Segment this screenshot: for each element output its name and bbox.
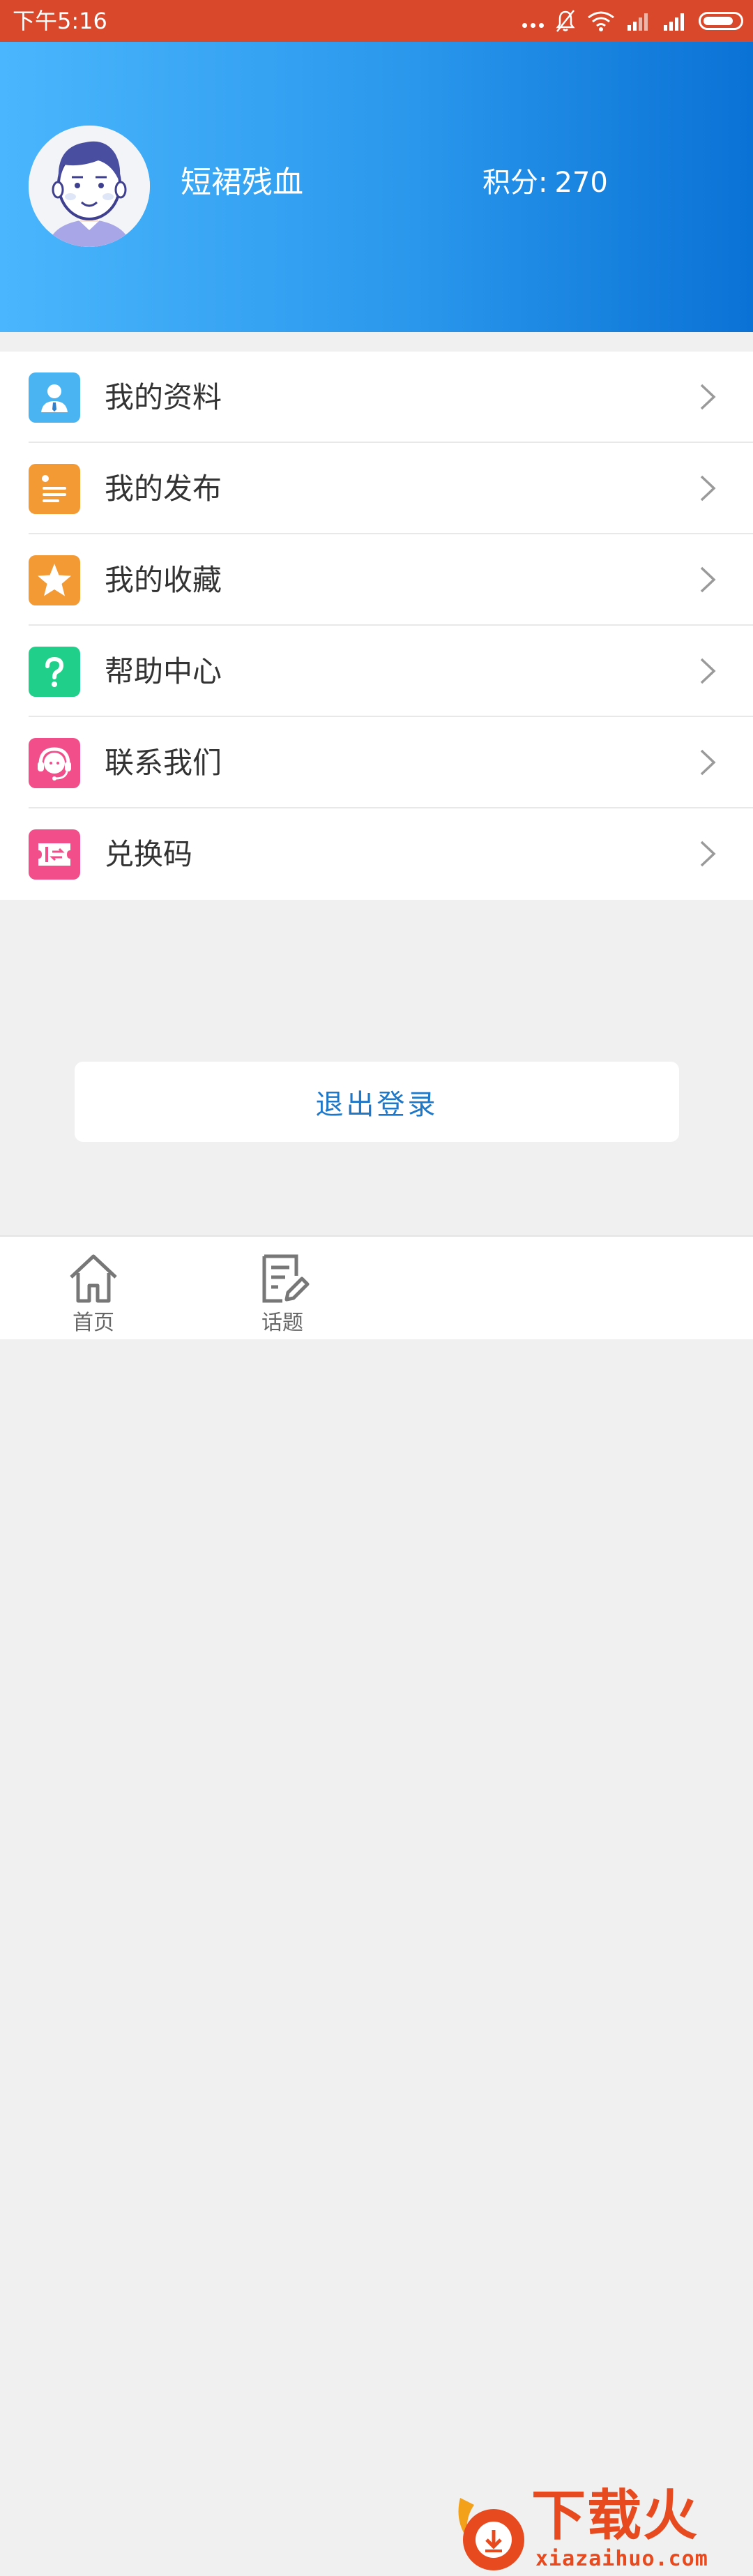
more-dots-icon xyxy=(522,14,544,28)
bottom-nav: 首页 话题 下载火 xiazaihuo.com xyxy=(0,1235,753,2571)
chevron-right-icon xyxy=(700,566,716,593)
topic-edit-icon xyxy=(262,1254,310,1303)
profile-header: 短裙残血 积分: 270 xyxy=(0,42,753,332)
menu-item-label: 我的资料 xyxy=(105,380,222,414)
username: 短裙残血 xyxy=(181,165,303,200)
points-display: 积分: 270 xyxy=(482,162,608,204)
menu-item-label: 联系我们 xyxy=(105,746,222,780)
avatar-illustration xyxy=(29,126,150,247)
watermark-url: xiazaihuo.com xyxy=(535,2547,708,2571)
menu-item-redeem-code[interactable]: 兑换码 xyxy=(0,808,753,900)
star-icon xyxy=(29,555,80,605)
menu-item-my-posts[interactable]: 我的发布 xyxy=(0,443,753,534)
battery-icon xyxy=(699,12,743,30)
document-list-icon xyxy=(29,464,80,514)
signal-icon xyxy=(664,13,684,31)
menu-item-label: 我的收藏 xyxy=(105,563,222,597)
watermark-icon xyxy=(458,2498,524,2570)
menu-item-label: 我的发布 xyxy=(105,472,222,506)
chevron-right-icon xyxy=(700,749,716,776)
watermark-logo: 下载火 xiazaihuo.com xyxy=(446,2477,753,2576)
status-time: 下午5:16 xyxy=(13,8,107,34)
watermark-text: 下载火 xyxy=(531,2485,699,2547)
chevron-right-icon xyxy=(700,475,716,502)
user-avatar[interactable] xyxy=(29,126,150,247)
logout-button[interactable]: 退出登录 xyxy=(75,1062,679,1142)
menu-item-label: 兑换码 xyxy=(105,837,193,871)
help-question-icon xyxy=(29,647,80,697)
chevron-right-icon xyxy=(700,658,716,684)
ticket-icon xyxy=(29,829,80,880)
mute-bell-icon xyxy=(556,10,575,32)
tab-topics[interactable]: 话题 xyxy=(220,1244,345,1335)
tab-label: 话题 xyxy=(261,1311,303,1335)
profile-icon xyxy=(29,372,80,423)
tab-home[interactable]: 首页 xyxy=(31,1244,156,1335)
points-label: 积分: xyxy=(482,167,548,199)
customer-service-icon xyxy=(29,738,80,788)
menu-item-label: 帮助中心 xyxy=(105,654,222,688)
menu-item-my-favorites[interactable]: 我的收藏 xyxy=(0,534,753,626)
chevron-right-icon xyxy=(700,384,716,410)
wifi-icon xyxy=(588,11,614,31)
menu-item-my-profile[interactable]: 我的资料 xyxy=(0,352,753,443)
signal-icon xyxy=(628,13,648,31)
chevron-right-icon xyxy=(700,841,716,867)
status-icons xyxy=(522,8,743,33)
points-value: 270 xyxy=(554,167,608,199)
menu-list: 我的资料 我的发布 我的收藏 帮助中心 联系我们 兑换码 xyxy=(0,352,753,900)
home-icon xyxy=(70,1254,117,1303)
menu-item-help-center[interactable]: 帮助中心 xyxy=(0,626,753,717)
menu-item-contact-us[interactable]: 联系我们 xyxy=(0,717,753,808)
tab-label: 首页 xyxy=(73,1311,114,1335)
status-bar: 下午5:16 xyxy=(0,0,753,42)
